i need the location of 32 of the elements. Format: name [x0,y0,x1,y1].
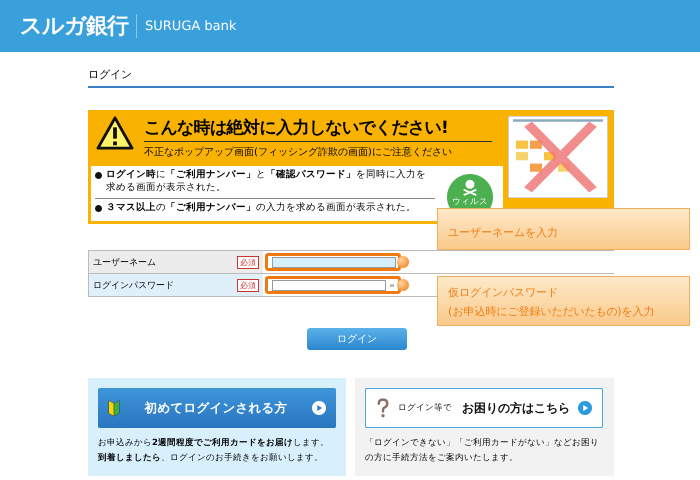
pointer-knob [397,256,409,268]
play-icon [578,401,592,415]
required-tag: 必須 [237,278,259,292]
warning-headline: こんな時は絶対に入力しないでください! [144,116,492,142]
panel-description: 「ログインできない」「ご利用カードがない」などお困りの方に手続方法をご案内いたします。 [365,437,600,465]
warning-subtitle: 不正なポップアップ画面(フィッシング詐欺の画面)にご注意ください [144,146,453,159]
skull-icon [461,178,479,196]
panel-description: お申込みから2週間程度でご利用カードをお届けします。到着しましたら、ログインのお手続きをお願いします。 [98,436,330,465]
login-button[interactable]: ログイン [307,328,407,350]
logo-text: スルガ銀行 [20,13,128,41]
beginner-mark-icon [108,398,120,418]
bullet-icon [95,172,102,179]
warning-item: ログイン時に「ご利用ナンバー」と「確認パスワード」を同時に入力を求める画面が表示された。 [106,169,427,195]
question-mark-icon [376,397,390,419]
page-title: ログイン [88,67,614,88]
keyboard-icon[interactable] [390,282,394,288]
field-label: ログインパスワード [93,280,174,292]
pointer-knob [397,279,409,291]
warning-icon [96,116,134,150]
help-button[interactable]: ログイン等で お困りの方はこちら [365,388,603,428]
logo-subtitle: SURUGA bank [145,18,236,34]
callout-tooltip: 仮ログインパスワード (お申込時にご登録いただいたもの)を入力 [437,276,690,326]
play-icon [312,401,326,415]
bullet-icon [95,204,102,212]
required-tag: 必須 [237,256,259,268]
field-label: ユーザーネーム [93,256,156,268]
warning-item: ３マス以上の「ご利用ナンバー」の入力を求める画面が表示された。 [106,202,416,214]
badge-text: ウィルス [452,196,488,208]
input-field[interactable] [272,280,386,290]
first-login-button[interactable]: 初めてログインされる方 [98,388,336,428]
input-field[interactable] [272,256,396,268]
callout-tooltip: ユーザーネームを入力 [437,208,690,250]
